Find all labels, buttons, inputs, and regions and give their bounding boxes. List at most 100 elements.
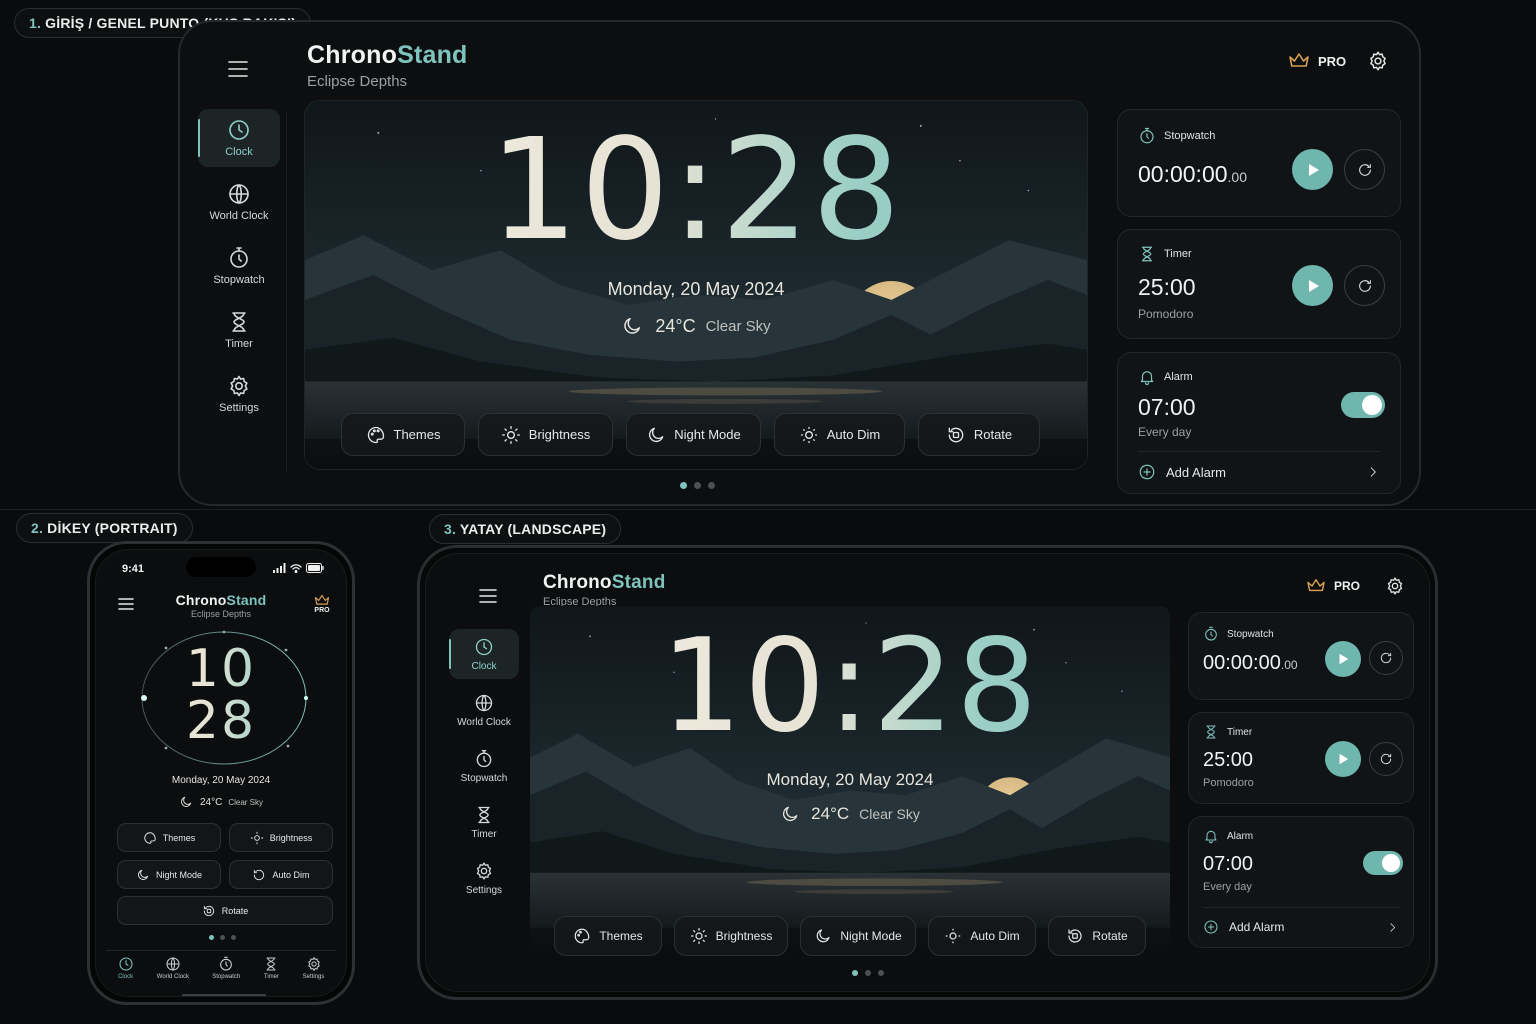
auto-dim-button[interactable]: Auto Dim: [774, 413, 905, 456]
menu-icon[interactable]: [478, 588, 498, 604]
alarm-card-title: Alarm: [1203, 828, 1253, 844]
page-indicator[interactable]: [852, 970, 884, 976]
timer-subtitle: Pomodoro: [1138, 307, 1194, 321]
night-mode-button[interactable]: Night Mode: [626, 413, 761, 456]
rotate-icon: [203, 905, 214, 916]
page-dot[interactable]: [865, 970, 871, 976]
sun-dim-icon: [800, 426, 817, 443]
chevron-right-icon: [1370, 467, 1376, 477]
brightness-button[interactable]: Brightness: [229, 823, 333, 852]
nav-world-clock[interactable]: World Clock: [198, 173, 280, 231]
clock-date: Monday, 20 May 2024: [607, 279, 785, 299]
tab-clock[interactable]: Clock: [118, 956, 134, 980]
page-dot[interactable]: [878, 970, 884, 976]
bell-icon: [1205, 830, 1217, 844]
status-icons: [273, 563, 324, 573]
pro-badge[interactable]: PRO: [1306, 578, 1360, 594]
add-alarm-row[interactable]: Add Alarm: [1203, 917, 1399, 937]
settings-button[interactable]: [1385, 576, 1405, 596]
page-dot[interactable]: [680, 482, 687, 489]
timer-card-title: Timer: [1138, 245, 1192, 263]
sun-dim-icon: [945, 928, 961, 944]
page-dot[interactable]: [852, 970, 858, 976]
rotate-button[interactable]: Rotate: [1048, 916, 1146, 956]
moon-icon: [138, 869, 149, 880]
page-indicator[interactable]: [680, 482, 715, 489]
alarm-toggle[interactable]: .f3 .toggle::after{width:18px;height:18p…: [1363, 851, 1403, 875]
menu-icon[interactable]: [227, 60, 249, 78]
tab-timer[interactable]: Timer: [263, 956, 279, 980]
reset-icon: [1358, 163, 1371, 176]
theme-subtitle: Eclipse Depths: [307, 73, 408, 90]
pro-badge[interactable]: PRO: [1288, 52, 1346, 70]
nav-timer[interactable]: Timer: [449, 797, 519, 847]
brand-title: ChronoStand: [175, 592, 267, 608]
nav-timer[interactable]: Timer: [198, 301, 280, 359]
themes-button[interactable]: Themes: [554, 916, 662, 956]
globe-icon: [475, 694, 493, 711]
stopwatch-play-button[interactable]: [1325, 641, 1361, 677]
brand-title: ChronoStand: [543, 572, 666, 593]
tab-settings[interactable]: Settings: [303, 956, 324, 980]
themes-button[interactable]: Themes: [341, 413, 465, 456]
nav-settings[interactable]: Settings: [198, 365, 280, 423]
weather-row: 24°C Clear Sky: [96, 795, 346, 809]
timer-reset-button[interactable]: [1344, 265, 1385, 306]
action-bar: Themes Brightness Night Mode Auto Dim Ro…: [554, 916, 1146, 956]
rotate-icon: [254, 869, 265, 880]
rotate-button[interactable]: Rotate: [918, 413, 1040, 456]
night-mode-button[interactable]: Night Mode: [800, 916, 916, 956]
page-dot[interactable]: [694, 482, 701, 489]
crown-icon: [314, 594, 330, 605]
tab-bar: Clock World Clock Stopwatch Timer Settin…: [106, 956, 336, 980]
auto-dim-button[interactable]: Auto Dim: [928, 916, 1036, 956]
pro-badge[interactable]: PRO: [314, 594, 330, 614]
brightness-button[interactable]: Brightness: [478, 413, 613, 456]
tabbar-divider: [106, 950, 336, 951]
stopwatch-card-title: Stopwatch: [1203, 626, 1274, 642]
sun-icon: [501, 425, 520, 444]
nav-stopwatch[interactable]: Stopwatch: [449, 741, 519, 791]
add-icon: [1139, 464, 1155, 480]
chevron-right-icon: [1390, 922, 1396, 932]
page-dot[interactable]: [231, 935, 236, 940]
alarm-toggle[interactable]: .f1 .toggle::after{width:20px;height:20p…: [1341, 392, 1385, 418]
brightness-button[interactable]: Brightness: [674, 916, 788, 956]
tab-stopwatch[interactable]: Stopwatch: [212, 956, 240, 980]
stopwatch-reset-button[interactable]: [1369, 641, 1403, 675]
nav-clock[interactable]: Clock: [449, 629, 519, 679]
tab-world-clock[interactable]: World Clock: [157, 956, 189, 980]
section-divider: [0, 509, 1536, 510]
page-dot[interactable]: [708, 482, 715, 489]
timer-play-button[interactable]: [1325, 741, 1361, 777]
stopwatch-icon: [476, 749, 492, 767]
palette-icon: [574, 928, 590, 944]
page-indicator[interactable]: [209, 935, 236, 940]
add-alarm-row[interactable]: Add Alarm: [1138, 461, 1380, 483]
settings-button[interactable]: [1367, 50, 1389, 72]
sidebar-divider: [286, 112, 287, 472]
nav-stopwatch[interactable]: Stopwatch: [198, 237, 280, 295]
page-dot[interactable]: [220, 935, 225, 940]
nav-world-clock[interactable]: World Clock: [449, 685, 519, 735]
stopwatch-play-button[interactable]: [1292, 149, 1333, 190]
hourglass-icon: [478, 806, 490, 823]
play-icon: [1339, 653, 1349, 665]
timer-subtitle: Pomodoro: [1203, 777, 1254, 789]
nav-clock[interactable]: Clock: [198, 109, 280, 167]
timer-reset-button[interactable]: [1369, 742, 1403, 776]
clock-hero: 10:28 Monday, 20 May 2024 24°C Clear Sky: [530, 606, 1170, 956]
night-mode-button[interactable]: Night Mode: [117, 860, 221, 889]
moon-icon: [624, 317, 641, 334]
timer-play-button[interactable]: [1292, 265, 1333, 306]
moon-icon: [649, 427, 664, 442]
wifi-icon: [290, 564, 302, 573]
reset-icon: [1358, 279, 1371, 292]
page-dot[interactable]: [209, 935, 214, 940]
auto-dim-button[interactable]: Auto Dim: [229, 860, 333, 889]
rotate-button[interactable]: Rotate: [117, 896, 333, 925]
nav-settings[interactable]: Settings: [449, 853, 519, 903]
themes-button[interactable]: Themes: [117, 823, 221, 852]
stopwatch-reset-button[interactable]: [1344, 149, 1385, 190]
add-icon: [1204, 920, 1218, 934]
